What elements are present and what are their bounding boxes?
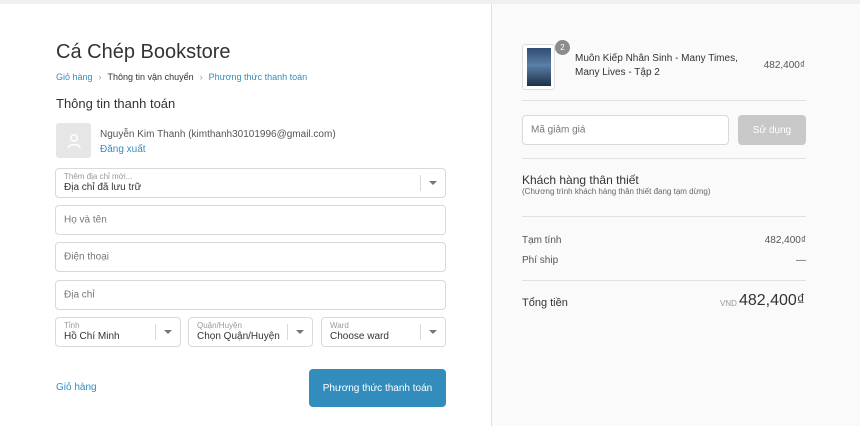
- name-input[interactable]: Họ và tên: [55, 205, 446, 235]
- back-to-cart-link[interactable]: Giỏ hàng: [56, 382, 97, 393]
- saved-address-value: Địa chỉ đã lưu trữ: [64, 182, 142, 193]
- caret-down-icon: [429, 330, 437, 334]
- district-select[interactable]: Quận/Huyện Chọn Quận/Huyện: [188, 317, 313, 347]
- order-summary-sidebar: 2 Muôn Kiếp Nhân Sinh - Many Times, Many…: [491, 4, 860, 426]
- breadcrumb: Giỏ hàng › Thông tin vận chuyển › Phương…: [56, 72, 307, 82]
- subtotal-row: Tạm tính 482,400₫: [522, 235, 806, 246]
- dropdown-toggle[interactable]: [287, 324, 312, 340]
- divider: [522, 158, 806, 159]
- name-placeholder: Họ và tên: [64, 214, 107, 226]
- total-amount: 482,400₫: [738, 292, 805, 309]
- saved-address-select[interactable]: Thêm địa chỉ mới... Địa chỉ đã lưu trữ: [55, 168, 446, 198]
- total-currency: VND: [720, 299, 737, 308]
- province-label: Tỉnh: [64, 321, 80, 330]
- logout-link[interactable]: Đăng xuất: [100, 144, 336, 155]
- coupon-input[interactable]: Mã giảm giá: [522, 115, 729, 145]
- caret-down-icon: [296, 330, 304, 334]
- divider: [522, 280, 806, 281]
- avatar: [56, 123, 91, 158]
- phone-placeholder: Điện thoại: [64, 251, 110, 263]
- user-name-email: Nguyễn Kim Thanh (kimthanh30101996@gmail…: [100, 129, 336, 140]
- address-placeholder: Địa chỉ: [64, 289, 95, 301]
- chevron-right-icon: ›: [199, 72, 203, 82]
- province-value: Hồ Chí Minh: [64, 331, 120, 342]
- checkout-main: Cá Chép Bookstore Giỏ hàng › Thông tin v…: [0, 4, 491, 426]
- loyalty-title: Khách hàng thân thiết: [522, 173, 639, 187]
- address-input[interactable]: Địa chỉ: [55, 280, 446, 310]
- phone-input[interactable]: Điện thoại: [55, 242, 446, 272]
- district-value: Chọn Quận/Huyện: [197, 331, 280, 342]
- caret-down-icon: [164, 330, 172, 334]
- dropdown-toggle[interactable]: [420, 175, 445, 191]
- province-select[interactable]: Tỉnh Hồ Chí Minh: [55, 317, 181, 347]
- shipping-value: —: [796, 255, 806, 266]
- district-label: Quận/Huyện: [197, 321, 242, 330]
- breadcrumb-shipping: Thông tin vận chuyển: [107, 72, 194, 82]
- book-cover-image: [527, 48, 551, 86]
- ward-value: Choose ward: [330, 331, 389, 342]
- product-name: Muôn Kiếp Nhân Sinh - Many Times, Many L…: [575, 53, 738, 78]
- section-title: Thông tin thanh toán: [56, 96, 176, 111]
- divider: [522, 100, 806, 101]
- user-row: Nguyễn Kim Thanh (kimthanh30101996@gmail…: [56, 123, 336, 158]
- divider: [522, 216, 806, 217]
- continue-to-payment-button[interactable]: Phương thức thanh toán: [309, 369, 446, 407]
- shipping-row: Phí ship —: [522, 255, 806, 266]
- total-label: Tổng tiền: [522, 297, 568, 309]
- apply-coupon-button[interactable]: Sử dụng: [738, 115, 806, 145]
- quantity-badge: 2: [555, 40, 570, 55]
- ward-select[interactable]: Ward Choose ward: [321, 317, 446, 347]
- product-thumbnail: [522, 44, 555, 90]
- breadcrumb-payment[interactable]: Phương thức thanh toán: [209, 72, 308, 82]
- product-price: 482,400₫: [763, 60, 805, 71]
- shipping-label: Phí ship: [522, 255, 559, 266]
- user-icon: [66, 133, 81, 148]
- dropdown-toggle[interactable]: [155, 324, 180, 340]
- chevron-right-icon: ›: [98, 72, 102, 82]
- caret-down-icon: [429, 181, 437, 185]
- subtotal-value: 482,400₫: [764, 235, 806, 246]
- breadcrumb-cart[interactable]: Giỏ hàng: [56, 72, 93, 82]
- ward-label: Ward: [330, 321, 349, 330]
- dropdown-toggle[interactable]: [420, 324, 445, 340]
- loyalty-subtitle: (Chương trình khách hàng thân thiết đang…: [522, 187, 711, 196]
- coupon-placeholder: Mã giảm giá: [531, 124, 586, 136]
- saved-address-label: Thêm địa chỉ mới...: [64, 172, 133, 181]
- store-title[interactable]: Cá Chép Bookstore: [56, 41, 231, 64]
- subtotal-label: Tạm tính: [522, 235, 562, 246]
